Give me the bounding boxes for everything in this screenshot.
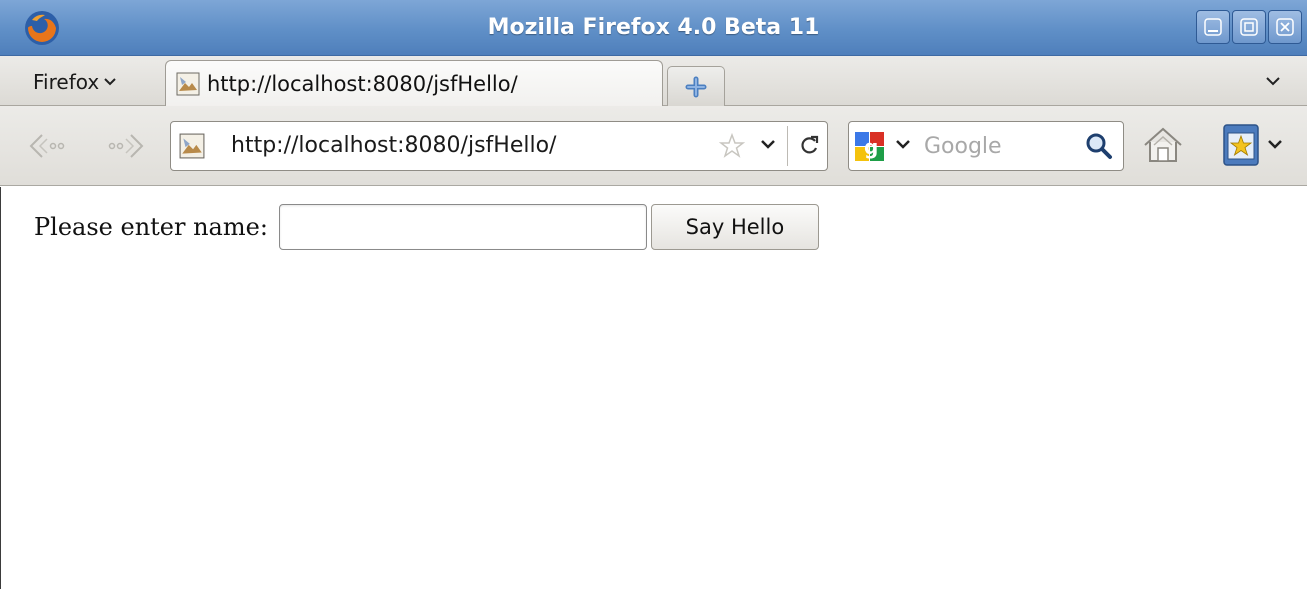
- new-tab-button[interactable]: [667, 66, 725, 106]
- firefox-menu-button[interactable]: Firefox: [33, 70, 117, 94]
- maximize-icon: [1240, 18, 1258, 36]
- url-separator: [787, 126, 788, 166]
- reload-icon[interactable]: [799, 133, 821, 157]
- window-controls: [1196, 10, 1302, 44]
- chevron-down-icon: [104, 78, 116, 86]
- page-content: Please enter name: Say Hello: [0, 187, 1307, 589]
- url-text[interactable]: http://localhost:8080/jsfHello/: [231, 133, 556, 158]
- hello-form: Please enter name: Say Hello: [34, 204, 819, 250]
- maximize-button[interactable]: [1232, 10, 1266, 44]
- tab-title: http://localhost:8080/jsfHello/: [207, 72, 518, 96]
- search-bar[interactable]: g: [848, 121, 1124, 171]
- url-history-dropdown-icon[interactable]: [759, 138, 777, 150]
- home-icon[interactable]: [1141, 125, 1185, 165]
- minimize-icon: [1204, 18, 1222, 36]
- star-icon[interactable]: [719, 133, 745, 159]
- forward-arrow-icon[interactable]: [105, 133, 145, 159]
- close-button[interactable]: [1268, 10, 1302, 44]
- url-bar[interactable]: http://localhost:8080/jsfHello/: [170, 121, 828, 171]
- site-identity-icon[interactable]: [179, 133, 205, 159]
- broken-image-icon: [176, 72, 200, 96]
- list-all-tabs-icon[interactable]: [1264, 75, 1282, 87]
- window-titlebar[interactable]: Mozilla Firefox 4.0 Beta 11: [0, 0, 1307, 56]
- name-label: Please enter name:: [34, 213, 268, 241]
- firefox-menu-label: Firefox: [33, 70, 100, 94]
- back-arrow-icon[interactable]: [28, 133, 68, 159]
- search-input[interactable]: [924, 128, 1074, 164]
- navigation-toolbar: http://localhost:8080/jsfHello/ g: [0, 106, 1307, 186]
- minimize-button[interactable]: [1196, 10, 1230, 44]
- svg-text:g: g: [864, 135, 878, 159]
- google-logo-icon[interactable]: g: [853, 130, 887, 164]
- tab-jsfhello[interactable]: http://localhost:8080/jsfHello/: [165, 60, 663, 108]
- bookmarks-icon[interactable]: [1221, 123, 1291, 167]
- plus-icon: [685, 76, 707, 97]
- name-input[interactable]: [278, 204, 647, 250]
- say-hello-button[interactable]: Say Hello: [650, 204, 819, 250]
- window-title: Mozilla Firefox 4.0 Beta 11: [487, 15, 820, 40]
- tab-bar: Firefox http://localhost:8080/jsfHello/: [0, 56, 1307, 108]
- search-engine-dropdown-icon[interactable]: [895, 138, 911, 150]
- close-icon: [1276, 18, 1294, 36]
- magnifier-icon[interactable]: [1085, 132, 1113, 160]
